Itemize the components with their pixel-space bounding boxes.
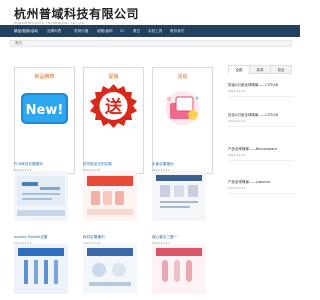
new-badge-icon: New!	[21, 93, 68, 124]
sidebar-news-item[interactable]: 产品全球情景——Labome 2024-10-13	[228, 180, 294, 190]
nav-item-sc[interactable]: SC	[120, 25, 125, 37]
sidebar-news-date: 2024-10-13	[228, 153, 246, 157]
nav-item-new[interactable]: 新品/促销/活动	[14, 25, 38, 37]
nav-item-instruments[interactable]: 常用仪器	[74, 25, 88, 37]
article-title[interactable]: 离心管买三赠一	[152, 235, 214, 240]
gift-seal-text: 送	[105, 97, 123, 118]
sidebar-tabs: 全部 新闻 新品	[228, 65, 292, 74]
article-thumbnail-icon	[83, 244, 137, 294]
promo-title: 新品推荐	[34, 74, 55, 80]
article-title[interactable]: 现货新品试剂买赠	[83, 162, 145, 167]
breadcrumb-home[interactable]: 首页	[15, 41, 22, 45]
sidebar-news-title[interactable]: 产品全球情景——Labome	[228, 180, 294, 185]
article-card[interactable]: 离心管买三赠一 2024-12-21	[152, 235, 214, 294]
sidebar-news-title[interactable]: 产品全球情景——Biocompare	[228, 147, 294, 152]
sidebar-news-item[interactable]: 产品全球情景——Biocompare 2024-10-13	[228, 147, 294, 157]
nav-item-protein[interactable]: 蛋白	[133, 25, 140, 37]
promo-sale-card[interactable]: 促销 送	[83, 67, 144, 174]
article-title[interactable]: PCR耗材买赠福利	[14, 162, 76, 167]
tab-news[interactable]: 新闻	[249, 65, 271, 74]
nav-item-brands[interactable]: 品牌列表	[47, 25, 61, 37]
nav-item-cells[interactable]: 细胞/菌种	[97, 25, 113, 37]
article-thumbnail-icon	[152, 171, 206, 221]
main-nav: 新品/促销/活动 品牌列表 常用仪器 细胞/菌种 SC 蛋白 实验工具 联系我们	[0, 25, 300, 37]
sidebar-divider	[228, 96, 294, 97]
sidebar-news-title[interactable]: 羟化A引用全球情景——CITEAB	[228, 113, 294, 118]
site-logo-text[interactable]: 杭州普域科技有限公司	[14, 5, 139, 22]
article-card[interactable]: PCR耗材买赠福利 2024-12-23	[14, 162, 76, 221]
article-title[interactable]: 耗材买赠福利	[83, 235, 145, 240]
promo-title: 促销	[108, 74, 119, 80]
article-title[interactable]: 手套买赠福利	[152, 162, 214, 167]
sidebar-news-date: 2024-10-13	[228, 119, 246, 123]
article-thumbnail-icon	[14, 244, 68, 294]
nav-item-tools[interactable]: 实验工具	[148, 25, 162, 37]
article-thumbnail-icon	[152, 244, 206, 294]
article-thumbnail-icon	[83, 171, 137, 221]
sidebar-divider	[228, 193, 294, 194]
event-illustration-icon	[165, 91, 200, 125]
article-card[interactable]: optima Pipette买赠 2024-12-23	[14, 235, 76, 294]
article-card[interactable]: 手套买赠福利 2024-12-23	[152, 162, 214, 221]
sidebar-news-title[interactable]: 防疫A引用全球情景——CITEAB	[228, 83, 294, 88]
nav-item-contact[interactable]: 联系我们	[170, 25, 184, 37]
sidebar-news-date: 2024-10-13	[228, 186, 246, 190]
new-badge-text: New!	[26, 103, 64, 118]
article-card[interactable]: 耗材买赠福利 2024-12-21	[83, 235, 145, 294]
sidebar-news-item[interactable]: 防疫A引用全球情景——CITEAB 2024-10-13	[228, 83, 294, 93]
sidebar-divider	[228, 126, 294, 127]
gift-seal-icon: 送	[90, 84, 137, 128]
article-title[interactable]: optima Pipette买赠	[14, 235, 76, 240]
article-card[interactable]: 现货新品试剂买赠 2024-12-23	[83, 162, 145, 221]
promo-event-card[interactable]: 活动	[152, 67, 213, 174]
promo-new-card[interactable]: 新品推荐 New!	[14, 67, 75, 174]
sidebar-news-item[interactable]: 羟化A引用全球情景——CITEAB 2024-10-13	[228, 113, 294, 123]
article-thumbnail-icon	[14, 171, 68, 221]
tab-new[interactable]: 新品	[270, 65, 292, 74]
promo-title: 活动	[177, 74, 188, 80]
breadcrumb: 首页	[10, 40, 292, 47]
sidebar-divider	[228, 160, 294, 161]
sidebar-news-date: 2024-10-13	[228, 89, 246, 93]
tab-all[interactable]: 全部	[228, 65, 250, 74]
